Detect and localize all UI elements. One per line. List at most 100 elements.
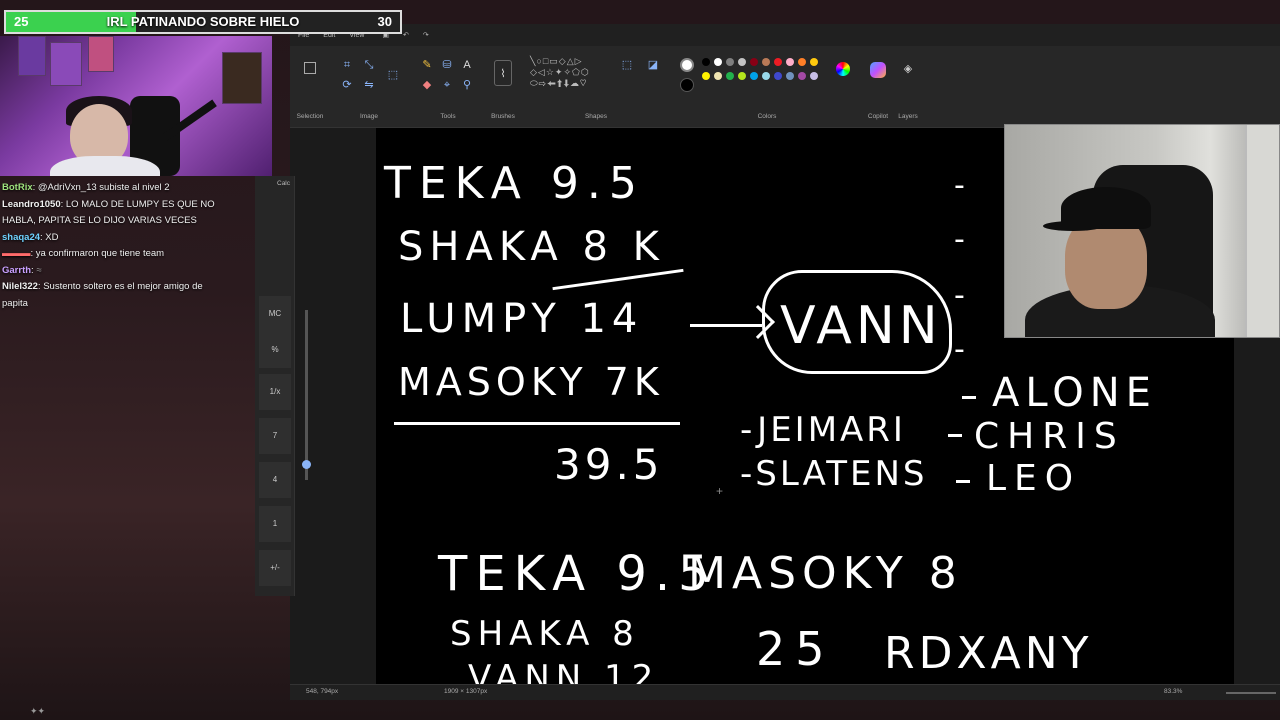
calc-key-reciprocal[interactable]: 1/x (259, 374, 291, 410)
channel-logo-icon: ✦✦ (30, 706, 46, 716)
circled-vann: VANN (780, 296, 942, 356)
shape-fill-icon[interactable]: ◪ (646, 58, 660, 72)
brushes-label: Brushes (491, 113, 515, 120)
chat-text: : Sustento soltero es el mejor amigo de (37, 281, 203, 292)
chat-message: Leandro1050: LO MALO DE LUMPY ES QUE NO (0, 197, 250, 214)
underline-shaka (552, 268, 684, 291)
color-swatch[interactable] (750, 72, 758, 80)
image-group: ⌗ ⤡ ⟳ ⇋ ⬚ Image (334, 50, 404, 124)
calc-key-negate[interactable]: +/- (259, 550, 291, 586)
copilot-label: Copilot (867, 113, 889, 120)
wall-poster (222, 52, 262, 104)
total-1: 39.5 (554, 440, 664, 489)
color-swatch[interactable] (762, 58, 770, 66)
right-chris: CHRIS (974, 416, 1125, 457)
color-swatch[interactable] (702, 58, 710, 66)
roxany: RDXANY (884, 628, 1093, 679)
pencil-icon[interactable]: ✎ (420, 58, 434, 72)
chat-message: Nilel322: Sustento soltero es el mejor a… (0, 279, 250, 296)
calc-key-7[interactable]: 7 (259, 418, 291, 454)
edit-colors-icon[interactable] (836, 62, 850, 76)
list1-shaka: SHAKA 8 K (398, 224, 665, 270)
facecam-overlay (1004, 124, 1280, 338)
chat-username: Leandro1050 (2, 198, 61, 210)
color-swatch[interactable] (750, 58, 758, 66)
copilot-group: Copilot (860, 50, 896, 124)
magnifier-icon[interactable]: ⚲ (460, 78, 474, 92)
color-swatch[interactable] (774, 58, 782, 66)
color-swatch[interactable] (762, 72, 770, 80)
list1-lumpy: LUMPY 14 (400, 296, 644, 342)
undo-icon[interactable]: ↶ (403, 31, 409, 39)
list1-masoky: MASOKY 7K (398, 360, 664, 404)
dash-slatens: -SLATENS (740, 454, 928, 494)
chat-message: ▬▬▬: ya confirmaron que tiene team (0, 246, 250, 263)
outline-icon[interactable]: ⬚ (620, 58, 634, 72)
calc-key-percent[interactable]: % (259, 332, 291, 368)
background-door (1245, 125, 1279, 337)
crop-icon[interactable]: ⌗ (340, 58, 354, 72)
wall-poster (88, 36, 114, 72)
volume-slider-knob[interactable] (302, 460, 311, 469)
right-dash-1: - (954, 168, 971, 203)
fill-icon[interactable]: ⛁ (440, 58, 454, 72)
layers-icon[interactable]: ◈ (901, 62, 915, 76)
emote-icon: ≈ (33, 264, 42, 276)
zoom-level[interactable]: 83.3% (1164, 688, 1182, 695)
color-swatch[interactable] (702, 72, 710, 80)
shapes-gallery-icon[interactable]: ╲○□▭◇△▷ ◇◁☆✦✧⬠⬡ ⬭⇨⬅⬆⬇☁♡ (530, 56, 614, 92)
color-swatch[interactable] (786, 72, 794, 80)
color-swatch[interactable] (810, 72, 818, 80)
calc-key-1[interactable]: 1 (259, 506, 291, 542)
resize-icon[interactable]: ⤡ (362, 58, 376, 72)
cursor-crosshair-icon: + (716, 484, 724, 498)
primary-color[interactable] (680, 58, 694, 72)
shapes-label: Shapes (584, 113, 608, 120)
wall-poster (18, 36, 46, 76)
color-swatch[interactable] (810, 58, 818, 66)
menu-bar: File Edit View ▣ ↶ ↷ (290, 24, 1280, 46)
copilot-icon[interactable] (870, 62, 886, 78)
cursor-position: 548, 794px (306, 688, 339, 695)
color-picker-icon[interactable]: ⌖ (440, 78, 454, 92)
color-swatch[interactable] (798, 72, 806, 80)
redo-icon[interactable]: ↷ (423, 31, 429, 39)
right-leo: LEO (986, 458, 1082, 499)
color-swatch[interactable] (726, 72, 734, 80)
brush-icon[interactable]: ⌇ (494, 60, 512, 86)
calculator-panel: Calc MC % 1/x 7 4 1 +/- (255, 176, 295, 596)
color-swatch[interactable] (798, 58, 806, 66)
color-swatch[interactable] (714, 58, 722, 66)
color-swatch[interactable] (738, 72, 746, 80)
total-2: 25 (756, 622, 835, 676)
eraser-icon[interactable]: ◆ (420, 78, 434, 92)
secondary-color[interactable] (680, 78, 694, 92)
volume-slider-track[interactable] (305, 310, 308, 480)
calc-key-mc[interactable]: MC (259, 296, 291, 332)
color-swatch[interactable] (714, 72, 722, 80)
color-swatch[interactable] (786, 58, 794, 66)
selection-icon[interactable] (304, 62, 316, 74)
status-bar: 548, 794px 1909 × 1307px 83.3% (290, 684, 1280, 700)
chat-username: Garrth (2, 264, 32, 276)
image-select-icon[interactable]: ⬚ (386, 68, 400, 82)
color-swatch[interactable] (726, 58, 734, 66)
layers-label: Layers (898, 113, 918, 120)
color-swatch[interactable] (738, 58, 746, 66)
text-icon[interactable]: A (460, 58, 474, 72)
chat-message: Garrth: ≈ (0, 263, 250, 280)
dash-leo (956, 480, 970, 483)
cap-brim (1043, 221, 1103, 231)
chat-username: shaqa24 (2, 231, 41, 243)
rotate-icon[interactable]: ⟳ (340, 78, 354, 92)
right-dash-3: - (954, 278, 971, 313)
goal-title: IRL PATINANDO SOBRE HIELO (106, 14, 300, 29)
zoom-slider[interactable] (1226, 692, 1276, 694)
brushes-group: ⌇ Brushes (486, 50, 520, 124)
flip-icon[interactable]: ⇋ (362, 78, 376, 92)
calc-key-4[interactable]: 4 (259, 462, 291, 498)
right-dash-2: - (954, 222, 971, 257)
color-swatch[interactable] (774, 72, 782, 80)
dash-chris (948, 434, 962, 437)
stream-frame: File Edit View ▣ ↶ ↷ Selection ⌗ ⤡ ⟳ ⇋ ⬚… (0, 0, 1280, 720)
